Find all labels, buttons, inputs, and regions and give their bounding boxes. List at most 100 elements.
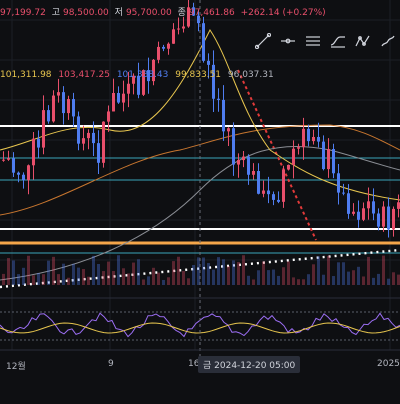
volume-bar — [107, 261, 110, 285]
close-value: 97,461.86 — [188, 8, 235, 18]
candle-body — [27, 165, 30, 181]
volume-bar — [317, 256, 320, 285]
ma-value-5: 96,037.31 — [227, 70, 274, 80]
volume-bar — [357, 266, 360, 285]
volume-bar — [147, 276, 150, 285]
candle-body — [162, 46, 165, 49]
volume-bar — [347, 271, 350, 285]
candle-body — [387, 206, 390, 230]
parallel-channel-icon[interactable] — [303, 31, 323, 51]
volume-bar — [332, 276, 335, 285]
volume-bar — [287, 261, 290, 285]
volume-bar — [322, 274, 325, 285]
fib-retracement-icon[interactable] — [328, 31, 348, 51]
volume-bar — [142, 279, 145, 285]
candle-body — [252, 171, 255, 175]
volume-bar — [77, 267, 80, 285]
x-axis-label: 2025 — [377, 359, 400, 369]
horizontal-line-icon[interactable] — [278, 31, 298, 51]
candle-body — [72, 99, 75, 117]
candle-body — [277, 199, 280, 202]
candle-body — [32, 138, 35, 166]
high-value: 98,500.00 — [62, 8, 109, 18]
volume-bar — [247, 275, 250, 285]
volume-bar — [177, 256, 180, 285]
volume-bar — [272, 269, 275, 285]
candle-body — [87, 132, 90, 139]
volume-bar — [227, 266, 230, 285]
volume-bar — [167, 277, 170, 285]
x-axis-label: 9 — [108, 359, 114, 369]
candle-body — [282, 169, 285, 202]
candle-body — [362, 208, 365, 220]
volume-bar — [82, 269, 85, 285]
volume-bar — [97, 263, 100, 285]
candle-body — [352, 211, 355, 214]
candle-body — [167, 43, 170, 49]
volume-bar — [57, 274, 60, 285]
volume-bar — [232, 260, 235, 285]
ma-value-4: 99,833.51 — [175, 70, 222, 80]
crosshair-date-label: 금 2024-12-20 05:00 — [198, 356, 301, 373]
candle-body — [287, 164, 290, 170]
volume-bar — [162, 279, 165, 285]
volume-bar — [292, 277, 295, 285]
volume-bar — [67, 277, 70, 285]
candle-body — [262, 190, 265, 194]
volume-bar — [237, 261, 240, 285]
ohlc-legend: 97,199.72 고 98,500.00 저 95,700.00 종 97,461.… — [0, 5, 329, 18]
volume-bar — [102, 271, 105, 285]
volume-bar — [112, 271, 115, 285]
volume-bar — [52, 256, 55, 285]
volume-bar — [172, 261, 175, 285]
candle-body — [102, 121, 105, 163]
candle-body — [37, 138, 40, 148]
volume-bar — [132, 262, 135, 285]
volume-bar — [62, 263, 65, 285]
volume-bar — [37, 272, 40, 285]
candle-body — [77, 116, 80, 144]
candle-body — [292, 148, 295, 165]
close-label: 종 — [177, 8, 186, 18]
candle-body — [382, 206, 385, 227]
volume-bar — [182, 271, 185, 285]
candle-body — [112, 93, 115, 112]
candle-body — [322, 141, 325, 170]
candle-body — [127, 83, 130, 94]
candle-body — [327, 149, 330, 170]
volume-bar — [377, 273, 380, 285]
volume-bar — [207, 263, 210, 285]
volume-bar — [187, 278, 190, 285]
candle-body — [392, 208, 395, 230]
volume-bar — [222, 259, 225, 285]
chart-canvas[interactable] — [0, 0, 400, 400]
volume-bar — [242, 255, 245, 285]
volume-bar — [262, 261, 265, 285]
candle-body — [107, 111, 110, 122]
volume-bar — [27, 255, 30, 285]
volume-bar — [122, 268, 125, 285]
pattern-icon[interactable] — [353, 31, 373, 51]
candle-body — [7, 158, 10, 160]
volume-bar — [277, 275, 280, 285]
brush-icon[interactable] — [378, 31, 398, 51]
volume-bar — [42, 274, 45, 285]
volume-bar — [327, 255, 330, 285]
line-tool-icon[interactable] — [253, 31, 273, 51]
candle-body — [297, 147, 300, 149]
volume-bar — [367, 256, 370, 285]
candle-body — [247, 156, 250, 175]
bottom-spacer — [0, 375, 400, 400]
candle-body — [17, 172, 20, 175]
candle-body — [92, 132, 95, 144]
candle-body — [47, 110, 50, 122]
volume-bar — [117, 255, 120, 285]
candle-body — [257, 171, 260, 194]
volume-bar — [12, 260, 15, 285]
candle-body — [312, 136, 315, 142]
ma-value-1: 101,311.98 — [0, 70, 52, 80]
volume-bar — [392, 272, 395, 285]
ma-value-2: 103,417.25 — [58, 70, 110, 80]
ma-value-3: 101,338.43 — [116, 70, 169, 80]
price-chart[interactable] — [0, 0, 400, 400]
